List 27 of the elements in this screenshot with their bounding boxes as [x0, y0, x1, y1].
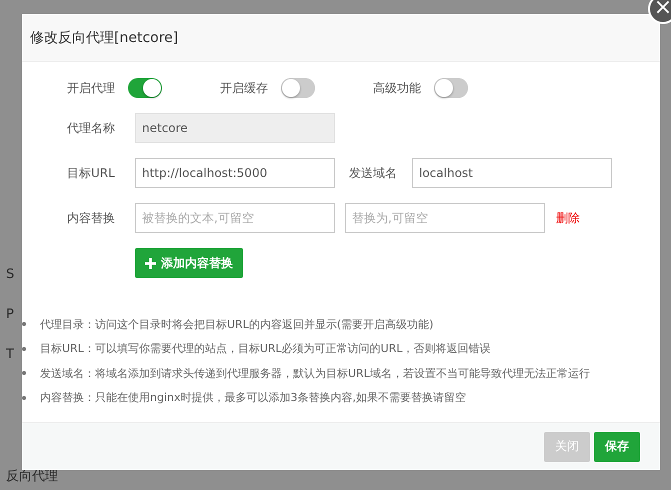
save-button[interactable]: 保存 [594, 432, 640, 462]
field-label: 目标URL [67, 164, 116, 182]
help-text: 内容替换：只能在使用nginx时提供，最多可以添加3条替换内容,如果不需要替换请留空 [40, 390, 466, 406]
toggle-switch[interactable] [128, 78, 162, 98]
dialog-title: 修改反向代理[netcore] [30, 28, 178, 46]
plus-icon [145, 258, 156, 268]
host-field[interactable]: localhost [412, 158, 612, 188]
input-field[interactable]: 被替换的文本,可留空 [135, 203, 335, 233]
delete-link[interactable]: 删除 [556, 210, 580, 226]
toggle-label: 开启缓存 [220, 80, 268, 96]
close-button[interactable]: × [648, 0, 671, 24]
toggle-switch[interactable] [434, 78, 468, 98]
sidebar-item: T [6, 348, 14, 362]
toggle-switch[interactable] [281, 78, 315, 98]
input-field[interactable]: 替换为,可留空 [345, 203, 545, 233]
field-label: 发送域名 [349, 164, 397, 182]
url-field[interactable]: http://localhost:5000 [135, 158, 335, 188]
sidebar-item: P [6, 308, 14, 322]
help-text: 发送域名：将域名添加到请求头传递到代理服务器，默认为目标URL域名，若设置不当可能导致代理无法正常运行 [40, 366, 590, 381]
field-label: 代理名称 [67, 120, 116, 136]
toggle-label: 高级功能 [373, 80, 421, 96]
toggle-label: 开启代理 [67, 80, 115, 96]
sidebar-item: S [6, 268, 14, 282]
field-label: 内容替换 [67, 210, 116, 226]
help-text: 目标URL：可以填写你需要代理的站点，目标URL必须为可正常访问的URL，否则将返回错误 [40, 341, 490, 356]
help-text: 代理目录：访问这个目录时将会把目标URL的内容返回并显示(需要开启高级功能) [40, 316, 434, 332]
add-button[interactable]: 添加内容替换 [135, 248, 243, 278]
